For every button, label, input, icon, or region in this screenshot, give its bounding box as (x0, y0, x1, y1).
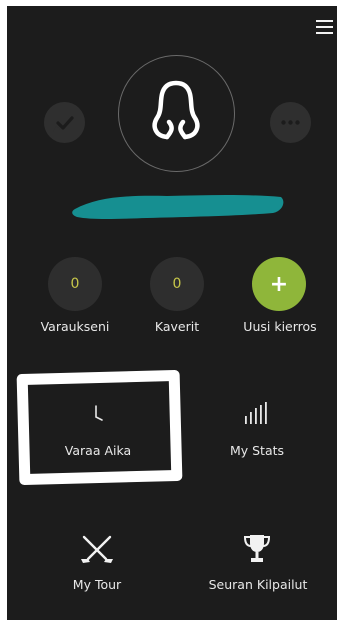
crossed-golf-clubs-icon (81, 535, 113, 563)
kaverit-count: 0 (172, 276, 182, 292)
kaverit-count-button[interactable]: 0 (150, 257, 204, 311)
new-round-label: Uusi kierros (243, 319, 317, 334)
varaukseni-label: Varaukseni (40, 319, 110, 334)
hamburger-menu-icon[interactable] (316, 19, 333, 36)
my-stats-label: My Stats (229, 443, 285, 458)
my-tour-label: My Tour (72, 577, 122, 592)
chat-ellipsis-icon[interactable] (270, 102, 311, 143)
kaverit-label: Kaverit (154, 319, 200, 334)
seuran-kilpailut-tile[interactable] (192, 521, 322, 611)
user-silhouette-icon (152, 80, 200, 140)
new-round-button[interactable]: + (252, 257, 306, 311)
varaukseni-count-button[interactable]: 0 (48, 257, 102, 311)
bar-chart-icon (245, 402, 267, 424)
highlight-annotation (16, 369, 183, 486)
plus-icon: + (269, 271, 289, 297)
varaukseni-count: 0 (70, 276, 80, 292)
my-tour-tile[interactable] (32, 521, 162, 611)
seuran-kilpailut-label: Seuran Kilpailut (208, 577, 308, 592)
my-stats-tile[interactable] (192, 381, 322, 474)
profile-name-redaction (67, 187, 289, 223)
trophy-icon (243, 535, 271, 562)
chat-check-icon[interactable] (44, 102, 85, 143)
avatar[interactable] (118, 55, 235, 172)
app-screen: 0 0 + Varaukseni Kaverit Uusi kierros Va… (7, 6, 337, 620)
